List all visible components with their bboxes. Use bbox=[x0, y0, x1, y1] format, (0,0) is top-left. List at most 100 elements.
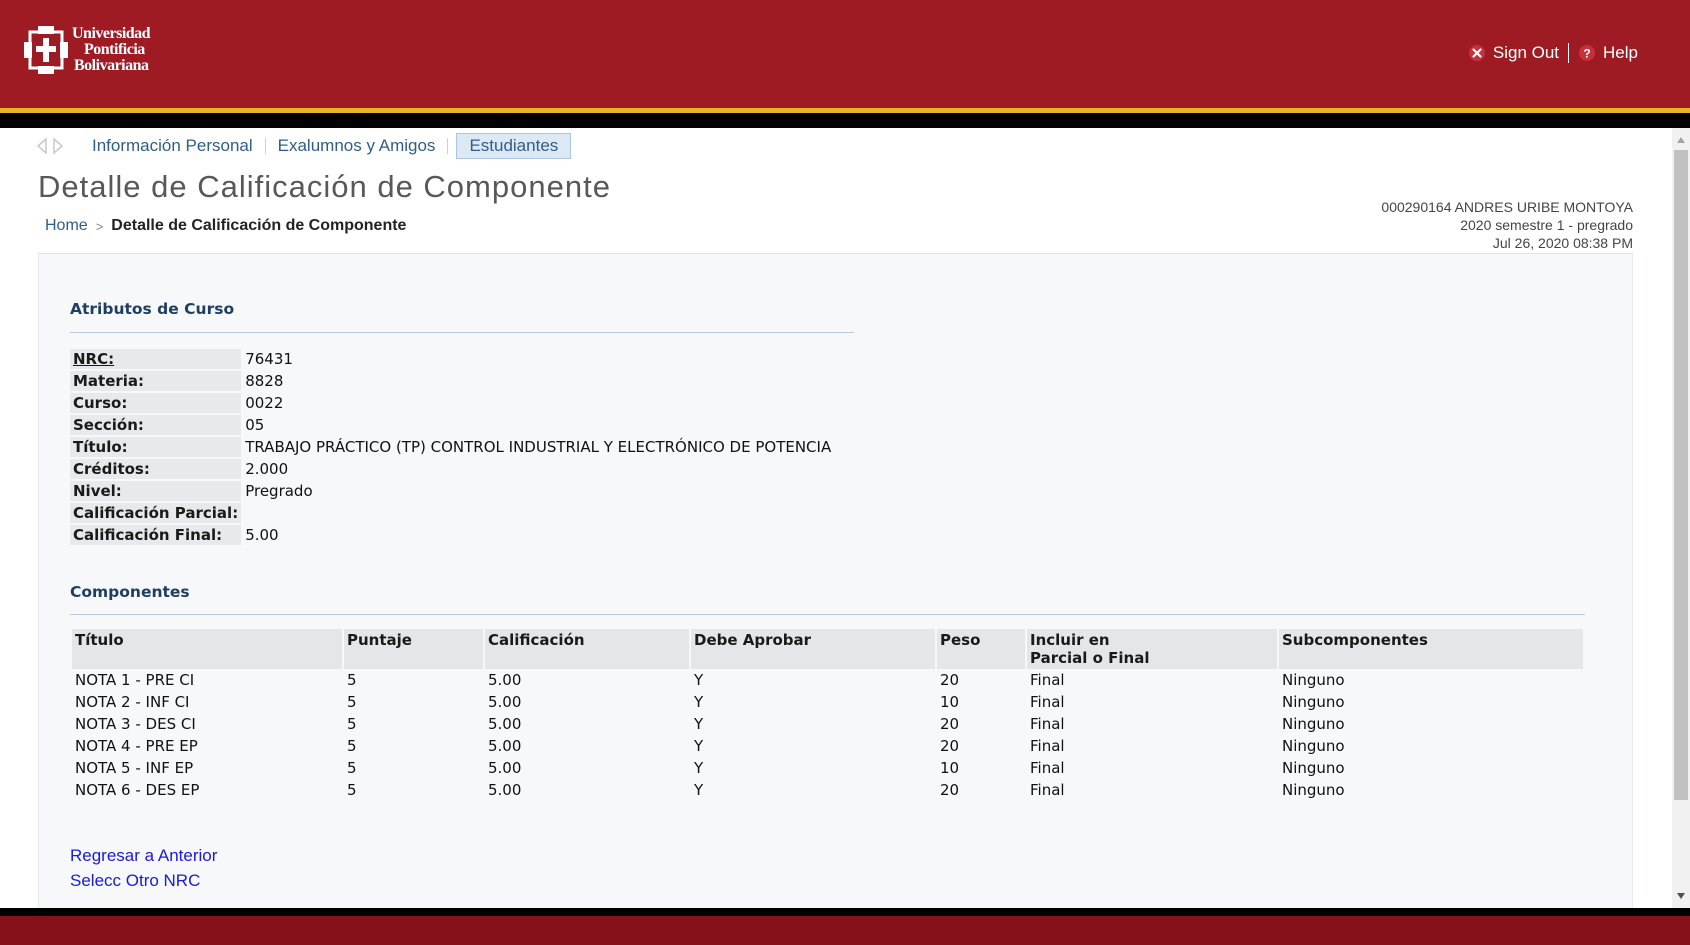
sign-out-link[interactable]: Sign Out bbox=[1468, 43, 1559, 63]
course-attributes-table: NRC: 76431 Materia: 8828 Curso: 0022 Sec… bbox=[70, 347, 834, 547]
course-attributes-rule bbox=[70, 332, 854, 333]
cell-titulo: NOTA 1 - PRE CI bbox=[75, 671, 195, 689]
table-row: NOTA 6 - DES EP 5 5.00 Y 20 Final Ningun… bbox=[72, 779, 1583, 801]
caret-down-icon bbox=[1677, 893, 1685, 899]
cell-titulo: NOTA 5 - INF EP bbox=[75, 759, 194, 777]
tab-estudiantes[interactable]: Estudiantes bbox=[456, 133, 572, 159]
cell-calificacion: 5.00 bbox=[488, 781, 522, 799]
tab-informacion-personal[interactable]: Información Personal bbox=[80, 133, 265, 159]
cell-subcomponentes: Ninguno bbox=[1282, 671, 1345, 689]
attr-row-materia: Materia: 8828 bbox=[70, 371, 834, 391]
back-link[interactable]: Regresar a Anterior bbox=[70, 843, 217, 868]
tab-divider bbox=[447, 138, 449, 154]
cell-debe-aprobar: Y bbox=[694, 693, 704, 711]
arrow-right-icon[interactable] bbox=[52, 137, 64, 155]
attr-row-creditos: Créditos: 2.000 bbox=[70, 459, 834, 479]
attr-label: Título: bbox=[70, 437, 242, 457]
attr-label: Materia: bbox=[70, 371, 242, 391]
svg-text:?: ? bbox=[1583, 47, 1590, 61]
user-info: 000290164 ANDRES URIBE MONTOYA 2020 seme… bbox=[1381, 198, 1633, 252]
cell-incluir: Final bbox=[1030, 781, 1065, 799]
components-body: NOTA 1 - PRE CI 5 5.00 Y 20 Final Ningun… bbox=[72, 669, 1583, 801]
attr-label: Nivel: bbox=[70, 481, 242, 501]
header-black-stripe bbox=[0, 113, 1690, 128]
help-icon: ? bbox=[1579, 45, 1596, 61]
cell-incluir: Final bbox=[1030, 737, 1065, 755]
attr-row-calificacion-parcial: Calificación Parcial: bbox=[70, 503, 834, 523]
cell-calificacion: 5.00 bbox=[488, 759, 522, 777]
cell-calificacion: 5.00 bbox=[488, 737, 522, 755]
attr-value: 8828 bbox=[245, 372, 284, 390]
cell-puntaje: 5 bbox=[347, 737, 357, 755]
scroll-up-button[interactable] bbox=[1672, 130, 1690, 150]
attr-value: 2.000 bbox=[245, 460, 289, 478]
user-term: 2020 semestre 1 - pregrado bbox=[1460, 217, 1633, 233]
scroll-down-button[interactable] bbox=[1672, 886, 1690, 906]
attr-label: Calificación Parcial: bbox=[70, 503, 242, 523]
caret-up-icon bbox=[1677, 137, 1685, 143]
university-seal-icon bbox=[24, 26, 68, 74]
attr-label: Créditos: bbox=[70, 459, 242, 479]
components-header-row: Título Puntaje Calificación Debe Aprobar… bbox=[72, 629, 1583, 669]
attr-row-calificacion-final: Calificación Final: 5.00 bbox=[70, 525, 834, 545]
col-header-subcomponentes: Subcomponentes bbox=[1279, 629, 1583, 669]
main-nav: Información Personal Exalumnos y Amigos … bbox=[36, 133, 572, 159]
table-row: NOTA 1 - PRE CI 5 5.00 Y 20 Final Ningun… bbox=[72, 669, 1583, 691]
cell-peso: 20 bbox=[940, 737, 960, 755]
cell-incluir: Final bbox=[1030, 671, 1065, 689]
cell-calificacion: 5.00 bbox=[488, 671, 522, 689]
attr-label: NRC: bbox=[70, 349, 242, 369]
footer-links: Regresar a Anterior Selecc Otro NRC bbox=[70, 843, 217, 893]
vertical-scrollbar[interactable] bbox=[1672, 128, 1690, 908]
cell-peso: 20 bbox=[940, 715, 960, 733]
col-header-puntaje: Puntaje bbox=[344, 629, 483, 669]
cell-peso: 20 bbox=[940, 781, 960, 799]
tab-exalumnos-y-amigos[interactable]: Exalumnos y Amigos bbox=[266, 133, 448, 159]
cell-incluir: Final bbox=[1030, 693, 1065, 711]
attr-label: Curso: bbox=[70, 393, 242, 413]
select-other-nrc-link[interactable]: Selecc Otro NRC bbox=[70, 868, 217, 893]
header-link-separator bbox=[1568, 43, 1570, 63]
cell-puntaje: 5 bbox=[347, 715, 357, 733]
sign-out-label: Sign Out bbox=[1492, 43, 1560, 62]
help-link[interactable]: ? Help bbox=[1578, 43, 1638, 63]
arrow-left-icon[interactable] bbox=[36, 137, 48, 155]
cell-debe-aprobar: Y bbox=[694, 759, 704, 777]
attr-value: Pregrado bbox=[245, 482, 313, 500]
cell-peso: 20 bbox=[940, 671, 960, 689]
cell-titulo: NOTA 6 - DES EP bbox=[75, 781, 200, 799]
cell-peso: 10 bbox=[940, 759, 960, 777]
cell-puntaje: 5 bbox=[347, 671, 357, 689]
course-attributes-title: Atributos de Curso bbox=[70, 300, 235, 318]
cell-puntaje: 5 bbox=[347, 693, 357, 711]
attr-row-nivel: Nivel: Pregrado bbox=[70, 481, 834, 501]
attr-value: 5.00 bbox=[245, 526, 279, 544]
components-rule bbox=[70, 614, 1585, 615]
cell-debe-aprobar: Y bbox=[694, 781, 704, 799]
breadcrumb-home-link[interactable]: Home bbox=[45, 217, 88, 235]
user-timestamp: Jul 26, 2020 08:38 PM bbox=[1492, 235, 1633, 251]
attr-value: 0022 bbox=[245, 394, 284, 412]
logo-wordmark: Universidad Pontificia Bolivariana bbox=[72, 25, 151, 74]
user-id-name: 000290164 ANDRES URIBE MONTOYA bbox=[1381, 199, 1633, 215]
cell-puntaje: 5 bbox=[347, 781, 357, 799]
table-row: NOTA 3 - DES CI 5 5.00 Y 20 Final Ningun… bbox=[72, 713, 1583, 735]
university-logo[interactable]: Universidad Pontificia Bolivariana bbox=[24, 24, 151, 76]
col-header-incluir-line2: Parcial o Final bbox=[1030, 649, 1150, 667]
cell-debe-aprobar: Y bbox=[694, 737, 704, 755]
site-header: Universidad Pontificia Bolivariana Sign … bbox=[0, 0, 1690, 111]
breadcrumb-separator: > bbox=[95, 218, 104, 234]
attr-label: Calificación Final: bbox=[70, 525, 242, 545]
cell-incluir: Final bbox=[1030, 715, 1065, 733]
cell-titulo: NOTA 3 - DES CI bbox=[75, 715, 196, 733]
attr-label: Sección: bbox=[70, 415, 242, 435]
cell-subcomponentes: Ninguno bbox=[1282, 781, 1345, 799]
breadcrumb: Home > Detalle de Calificación de Compon… bbox=[45, 217, 406, 235]
components-title: Componentes bbox=[70, 583, 190, 601]
col-header-peso: Peso bbox=[937, 629, 1025, 669]
cell-calificacion: 5.00 bbox=[488, 693, 522, 711]
cell-incluir: Final bbox=[1030, 759, 1065, 777]
scroll-thumb[interactable] bbox=[1674, 150, 1688, 800]
cell-titulo: NOTA 2 - INF CI bbox=[75, 693, 190, 711]
nav-history-arrows bbox=[36, 137, 64, 155]
